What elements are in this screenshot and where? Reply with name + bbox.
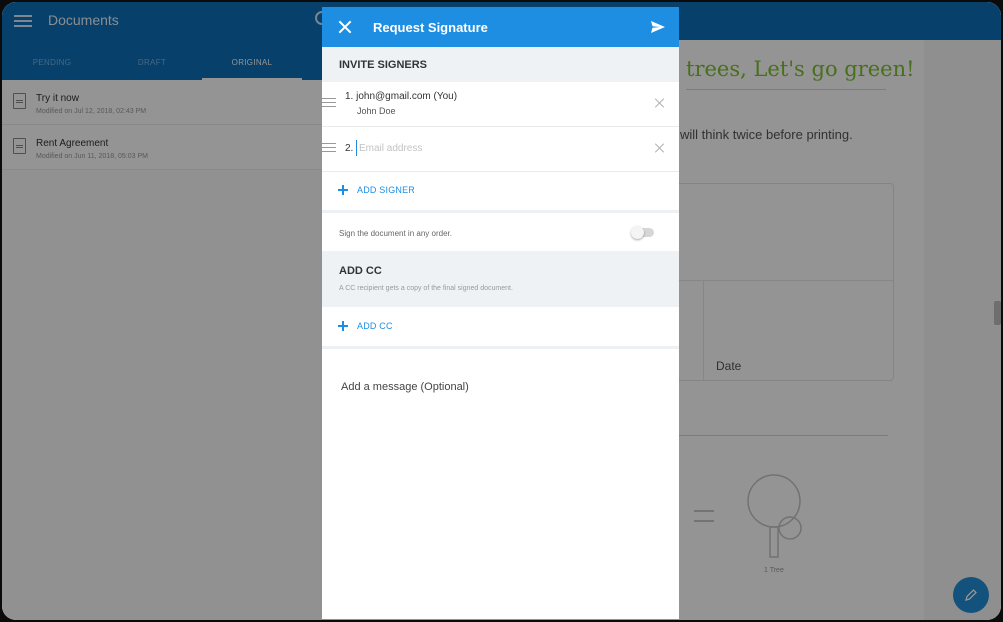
divider [322,346,679,349]
send-icon[interactable] [650,20,666,34]
toggle-knob [631,226,644,239]
request-signature-dialog: Request Signature INVITE SIGNERS 1. john… [322,7,679,619]
signer-row: 2. [322,127,679,172]
signer-name: John Doe [357,106,396,116]
add-cc-section: ADD CC A CC recipient gets a copy of the… [322,251,679,307]
message-field[interactable]: Add a message (Optional) [341,381,469,393]
add-cc-button[interactable]: ADD CC [322,308,679,346]
dialog-title: Request Signature [373,20,488,35]
drag-handle-icon[interactable] [322,143,336,153]
add-cc-label: ADD CC [357,321,393,331]
drag-handle-icon[interactable] [322,98,336,108]
add-signer-label: ADD SIGNER [357,185,416,195]
signer-email-input[interactable] [356,140,639,156]
invite-signers-section: INVITE SIGNERS [322,47,679,82]
dialog-header: Request Signature [322,7,679,47]
add-signer-button[interactable]: ADD SIGNER [322,172,679,210]
remove-signer-icon[interactable] [654,97,665,108]
plus-icon [338,185,348,195]
sign-order-text: Sign the document in any order. [339,229,452,238]
signer-number: 2. [345,143,354,154]
signer-email: 1. john@gmail.com (You) [345,91,458,102]
sign-order-row: Sign the document in any order. [322,213,679,251]
section-title: ADD CC [339,265,382,277]
signer-row: 1. john@gmail.com (You) John Doe [322,82,679,127]
cc-description: A CC recipient gets a copy of the final … [339,285,513,292]
plus-icon [338,321,348,331]
section-title: INVITE SIGNERS [339,59,428,71]
sign-order-toggle[interactable] [631,226,654,239]
remove-signer-icon[interactable] [654,142,665,153]
close-icon[interactable] [337,19,353,35]
